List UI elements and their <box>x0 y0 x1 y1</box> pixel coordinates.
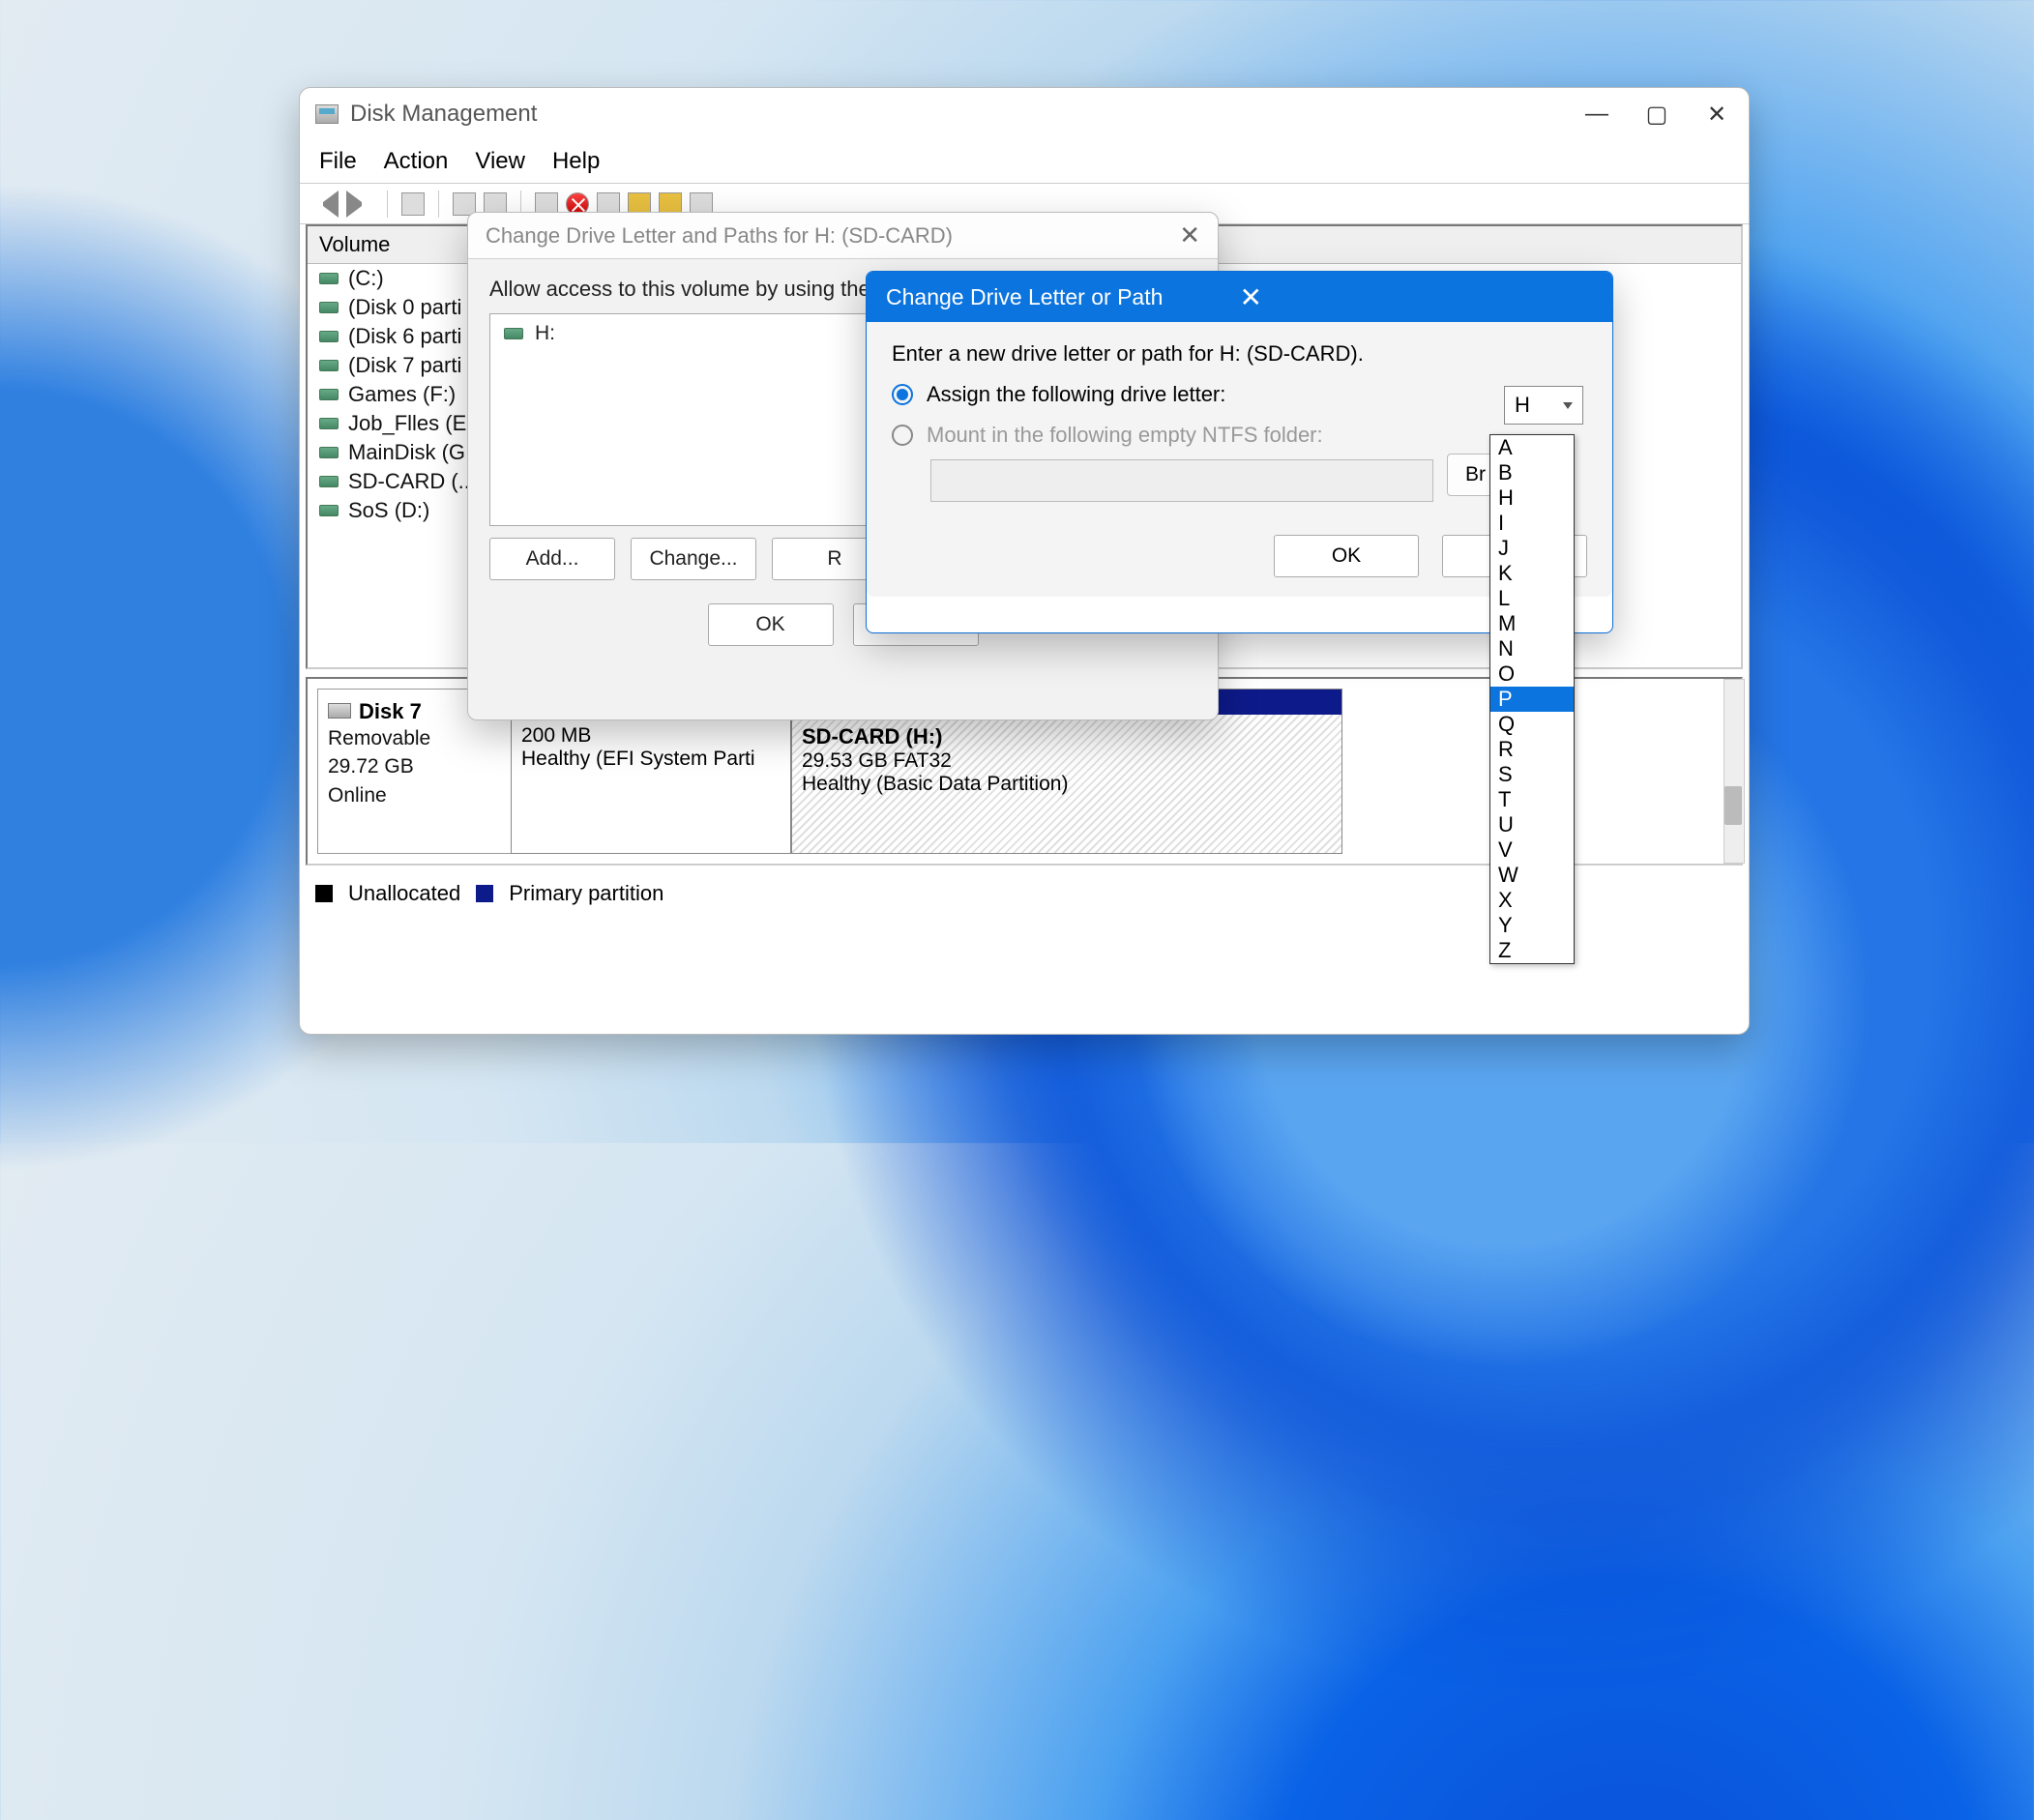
app-icon <box>315 104 339 124</box>
dialog-titlebar[interactable]: Change Drive Letter and Paths for H: (SD… <box>468 213 1218 259</box>
dropdown-option[interactable]: Y <box>1490 913 1574 938</box>
toolbar-icon[interactable] <box>401 192 425 216</box>
separator <box>438 191 439 218</box>
ntfs-path-input <box>930 459 1433 502</box>
dropdown-option[interactable]: W <box>1490 863 1574 888</box>
dropdown-option[interactable]: M <box>1490 611 1574 636</box>
dropdown-option[interactable]: I <box>1490 511 1574 536</box>
ok-button[interactable]: OK <box>708 603 834 646</box>
drive-icon <box>504 328 523 339</box>
option-mount[interactable]: Mount in the following empty NTFS folder… <box>892 423 1587 448</box>
legend-unallocated: Unallocated <box>348 881 460 906</box>
titlebar[interactable]: Disk Management — ▢ ✕ <box>300 88 1749 140</box>
dropdown-option[interactable]: V <box>1490 837 1574 863</box>
window-buttons: — ▢ ✕ <box>1580 98 1733 131</box>
volume-label: (C:) <box>348 266 384 291</box>
back-icon[interactable] <box>311 191 339 218</box>
disk-type: Removable <box>328 724 501 752</box>
chevron-down-icon <box>1563 402 1573 409</box>
drive-letter-value: H <box>1515 393 1530 418</box>
dropdown-option[interactable]: S <box>1490 762 1574 787</box>
partition-info: 29.53 GB FAT32 <box>802 749 1332 773</box>
dropdown-option[interactable]: T <box>1490 787 1574 812</box>
option-assign[interactable]: Assign the following drive letter: <box>892 382 1587 407</box>
dropdown-option[interactable]: L <box>1490 586 1574 611</box>
volume-label: (Disk 0 parti <box>348 295 461 320</box>
dropdown-option[interactable]: N <box>1490 636 1574 661</box>
volume-label: SoS (D:) <box>348 498 429 523</box>
disk-name: Disk 7 <box>359 699 422 723</box>
drive-icon <box>319 360 339 371</box>
radio-assign[interactable] <box>892 384 913 405</box>
drive-icon <box>319 302 339 313</box>
drive-icon <box>319 447 339 458</box>
drive-icon <box>319 476 339 487</box>
dropdown-option[interactable]: Q <box>1490 712 1574 737</box>
volume-label: SD-CARD (... <box>348 469 476 494</box>
volume-label: Job_Flles (E: <box>348 411 472 436</box>
partition-size: 200 MB <box>521 724 781 748</box>
dropdown-option[interactable]: J <box>1490 536 1574 561</box>
close-button[interactable]: ✕ <box>1700 98 1733 131</box>
separator <box>387 191 388 218</box>
dropdown-option[interactable]: H <box>1490 485 1574 511</box>
forward-icon[interactable] <box>346 191 373 218</box>
legend-primary: Primary partition <box>509 881 663 906</box>
dropdown-option[interactable]: O <box>1490 661 1574 687</box>
option-assign-label: Assign the following drive letter: <box>927 382 1225 407</box>
add-button[interactable]: Add... <box>489 538 615 580</box>
partition-status: Healthy (EFI System Parti <box>521 748 781 771</box>
volume-label: Games (F:) <box>348 382 456 407</box>
maximize-button[interactable]: ▢ <box>1640 98 1673 131</box>
drive-letter: H: <box>535 322 555 345</box>
app-title: Disk Management <box>350 101 1580 128</box>
partition-status: Healthy (Basic Data Partition) <box>802 773 1332 796</box>
disk-icon <box>328 703 351 719</box>
volume-label: MainDisk (G <box>348 440 465 465</box>
close-icon[interactable]: ✕ <box>1240 281 1594 313</box>
dropdown-option[interactable]: P <box>1490 687 1574 712</box>
dialog-title: Change Drive Letter and Paths for H: (SD… <box>486 223 1179 249</box>
drive-icon <box>319 418 339 429</box>
dropdown-option[interactable]: Z <box>1490 938 1574 963</box>
menu-action[interactable]: Action <box>384 148 449 175</box>
menu-file[interactable]: File <box>319 148 357 175</box>
menu-view[interactable]: View <box>475 148 525 175</box>
drive-icon <box>319 273 339 284</box>
dropdown-option[interactable]: B <box>1490 460 1574 485</box>
dropdown-option[interactable]: X <box>1490 888 1574 913</box>
partition-name: SD-CARD (H:) <box>802 724 1332 749</box>
change-button[interactable]: Change... <box>631 538 756 580</box>
dropdown-option[interactable]: K <box>1490 561 1574 586</box>
drive-icon <box>319 331 339 342</box>
drive-letter-combobox[interactable]: H <box>1504 386 1583 425</box>
volume-label: (Disk 6 parti <box>348 324 461 349</box>
scrollbar-thumb[interactable] <box>1724 786 1742 825</box>
legend-swatch-primary <box>476 885 493 902</box>
minimize-button[interactable]: — <box>1580 98 1613 131</box>
menu-help[interactable]: Help <box>552 148 600 175</box>
legend-swatch-unallocated <box>315 885 333 902</box>
volume-label: (Disk 7 parti <box>348 353 461 378</box>
dialog-titlebar[interactable]: Change Drive Letter or Path ✕ <box>867 272 1612 322</box>
dialog-prompt: Enter a new drive letter or path for H: … <box>892 341 1587 367</box>
ok-button[interactable]: OK <box>1274 535 1419 577</box>
option-mount-label: Mount in the following empty NTFS folder… <box>927 423 1323 448</box>
close-icon[interactable]: ✕ <box>1179 220 1200 250</box>
scrollbar[interactable] <box>1724 679 1745 864</box>
radio-mount[interactable] <box>892 425 913 446</box>
dropdown-option[interactable]: A <box>1490 435 1574 460</box>
dialog-title: Change Drive Letter or Path <box>886 284 1240 310</box>
drive-icon <box>319 505 339 516</box>
disk-status: Online <box>328 781 501 809</box>
dropdown-option[interactable]: U <box>1490 812 1574 837</box>
drive-icon <box>319 389 339 400</box>
dropdown-option[interactable]: R <box>1490 737 1574 762</box>
menubar: File Action View Help <box>300 140 1749 184</box>
disk-size: 29.72 GB <box>328 752 501 780</box>
drive-letter-dropdown[interactable]: ABHIJKLMNOPQRSTUVWXYZ <box>1489 434 1575 964</box>
